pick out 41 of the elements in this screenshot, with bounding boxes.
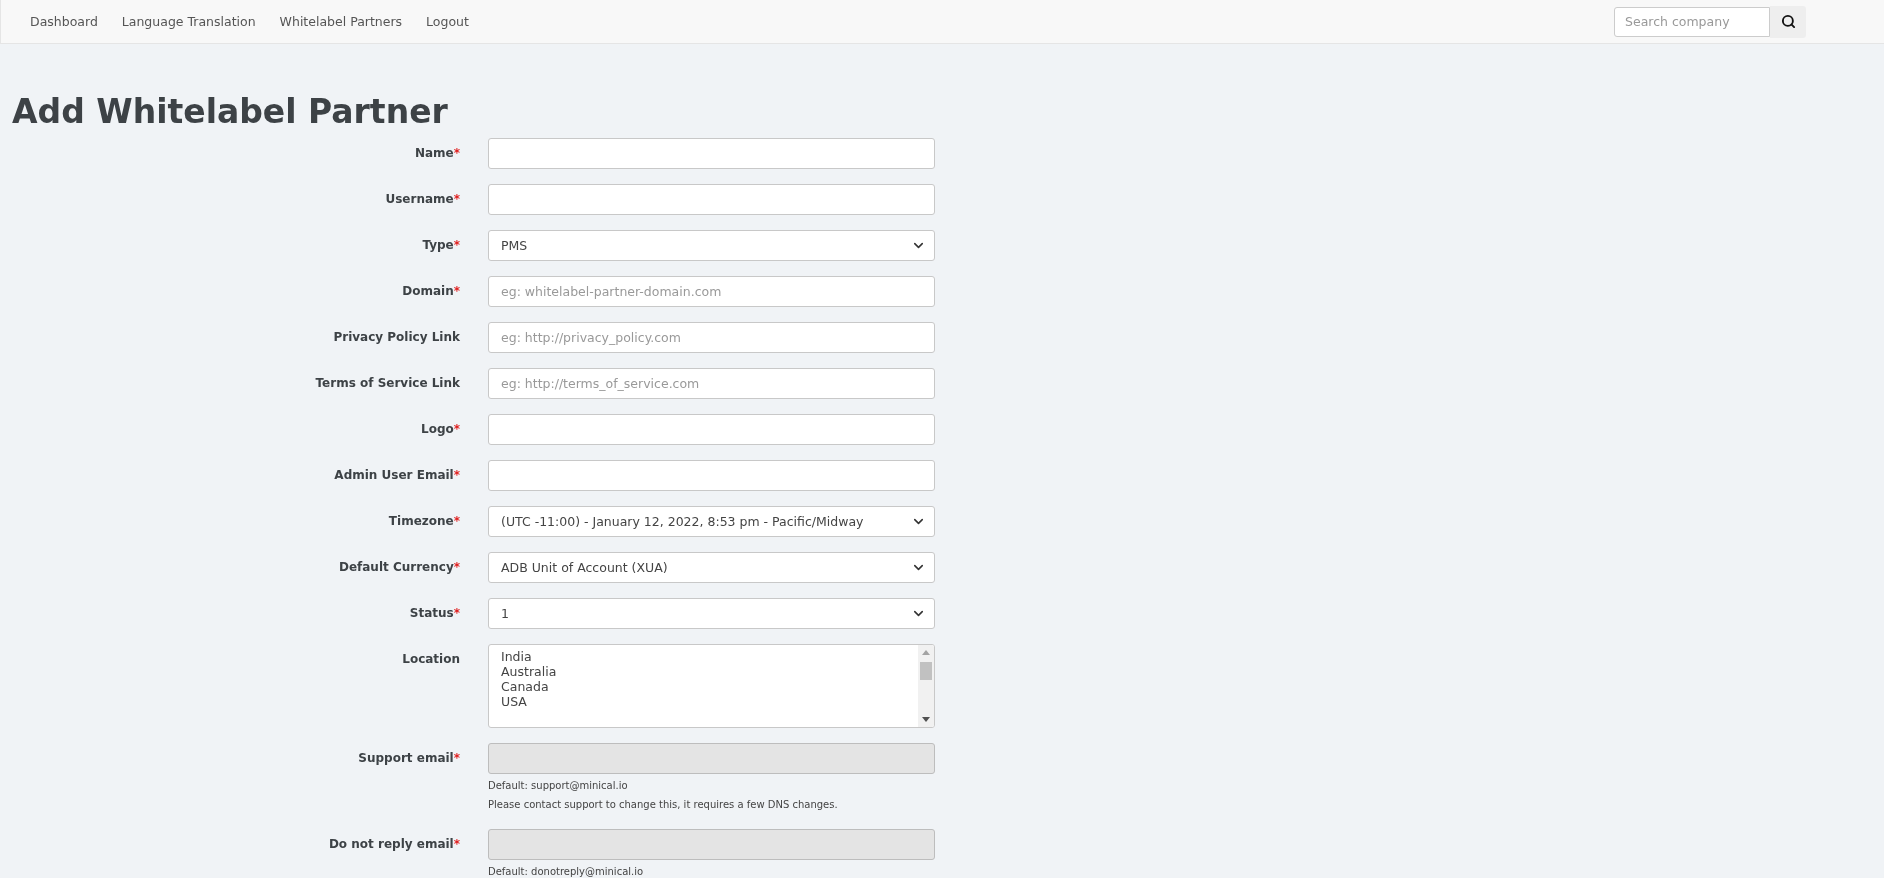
nav-link[interactable]: Dashboard (19, 6, 109, 37)
search-icon (1780, 14, 1796, 29)
text-input-field[interactable]: eg: http://privacy_policy.com (488, 322, 935, 353)
field-label: Timezone* (387, 513, 460, 530)
location-listbox[interactable]: India Australia Canada USA (488, 644, 935, 728)
text-input-field[interactable]: eg: http://terms_of_service.com (488, 368, 935, 399)
field-label: Terms of Service Link (314, 375, 460, 392)
field-label: Privacy Policy Link (332, 329, 460, 346)
field-label: Username* (384, 191, 460, 208)
text-input-field[interactable]: eg: whitelabel-partner-domain.com (488, 276, 935, 307)
text-input-field[interactable] (488, 460, 935, 491)
nav-link[interactable]: Language Translation (110, 6, 267, 37)
page-title: Add Whitelabel Partner (12, 92, 449, 132)
search-button[interactable] (1770, 5, 1806, 38)
field-label: Status* (408, 605, 460, 622)
field-label: Support email* (357, 750, 460, 767)
list-option[interactable]: Canada (501, 679, 906, 694)
field-label: Location (401, 651, 460, 668)
list-option[interactable]: USA (501, 694, 906, 709)
help-text: Default: support@minical.io (488, 779, 629, 793)
list-option[interactable]: India (501, 649, 906, 664)
dropdown-select[interactable]: PMS (488, 230, 935, 261)
help-text: Default: donotreply@minical.io (488, 865, 645, 878)
field-label: Admin User Email* (333, 467, 460, 484)
field-label: Default Currency* (337, 559, 460, 576)
field-label: Name* (413, 145, 460, 162)
nav-link[interactable]: Logout (415, 6, 480, 37)
search-field[interactable]: Search company (1614, 6, 1770, 37)
dropdown-select[interactable]: (UTC -11:00) - January 12, 2022, 8:53 pm - Pacific/Midway (488, 506, 935, 537)
dropdown-select[interactable]: ADB Unit of Account (XUA) (488, 552, 935, 583)
field-label: Do not reply email* (327, 836, 460, 853)
nav-link[interactable]: Whitelabel Partners (268, 6, 414, 37)
list-option[interactable]: Australia (501, 664, 906, 679)
dropdown-select[interactable]: 1 (488, 598, 935, 629)
help-text: Please contact support to change this, it requires a few DNS changes. (488, 798, 839, 812)
text-input-field[interactable] (488, 138, 935, 169)
field-label: Domain* (401, 283, 460, 300)
text-input-field[interactable] (488, 184, 935, 215)
field-label: Logo* (420, 421, 460, 438)
field-label: Type* (421, 237, 460, 254)
text-input-field[interactable] (488, 414, 935, 445)
